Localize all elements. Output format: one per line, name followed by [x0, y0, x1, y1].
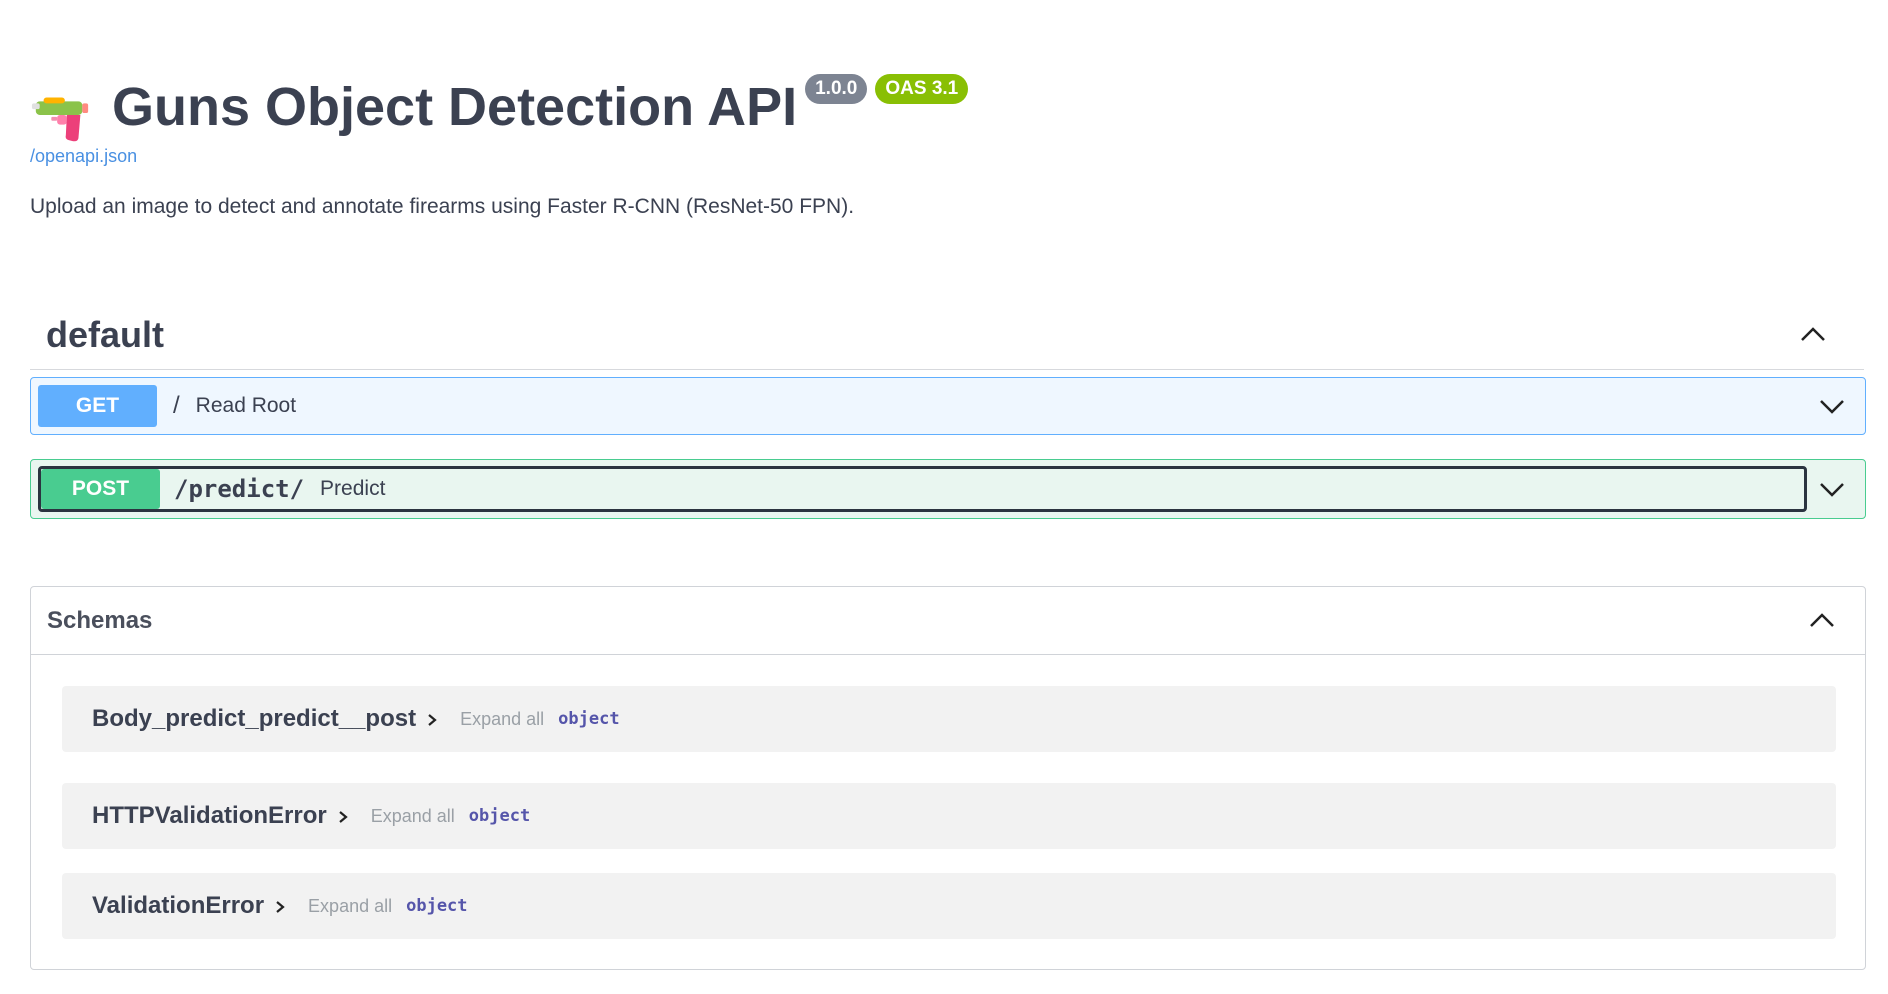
oas-badge: OAS 3.1 [875, 74, 969, 104]
chevron-up-icon[interactable] [1798, 320, 1828, 350]
chevron-right-icon[interactable] [424, 712, 440, 728]
model-name[interactable]: Body_predict_predict__post [92, 705, 416, 733]
tag-name: default [46, 313, 165, 355]
operation-summary-text: Predict [320, 477, 386, 500]
operation-summary[interactable]: GET / Read Root [38, 383, 1817, 429]
operation-get-root[interactable]: GET / Read Root [30, 377, 1866, 435]
chevron-right-icon[interactable] [335, 809, 351, 825]
page-title: Guns Object Detection API [112, 77, 798, 137]
model-body-predict[interactable]: Body_predict_predict__post Expand all ob… [62, 686, 1836, 752]
water-gun-icon [31, 97, 89, 142]
chevron-down-icon[interactable] [1817, 474, 1847, 504]
schemas-title: Schemas [47, 606, 153, 634]
model-type: object [468, 806, 531, 826]
tag-header[interactable]: default [30, 300, 1864, 370]
model-httpvalidationerror[interactable]: HTTPValidationError Expand all object [62, 783, 1836, 849]
model-name[interactable]: ValidationError [92, 892, 264, 920]
schemas-section: Schemas Body_predict_predict__post Expan… [30, 586, 1866, 970]
model-name[interactable]: HTTPValidationError [92, 802, 327, 830]
model-type: object [406, 896, 468, 916]
operation-summary[interactable]: POST /predict/ Predict [38, 466, 1807, 512]
api-description: Upload an image to detect and annotate f… [30, 195, 855, 218]
expand-all-button[interactable]: Expand all [371, 806, 455, 827]
operation-post-predict[interactable]: POST /predict/ Predict [30, 459, 1866, 519]
chevron-right-icon[interactable] [272, 899, 288, 915]
model-type: object [558, 709, 620, 729]
api-info: Guns Object Detection API 1.0.0 OAS 3.1 … [30, 70, 1860, 219]
operation-path: / [173, 392, 180, 419]
openapi-json-link[interactable]: /openapi.json [30, 146, 137, 167]
title-row: Guns Object Detection API 1.0.0 OAS 3.1 [30, 70, 1860, 146]
expand-all-button[interactable]: Expand all [308, 896, 392, 917]
schemas-header[interactable]: Schemas [31, 587, 1865, 655]
operation-summary-text: Read Root [195, 394, 297, 417]
operation-path: /predict/ [174, 475, 305, 503]
chevron-up-icon[interactable] [1807, 606, 1837, 636]
version-badge: 1.0.0 [805, 74, 868, 104]
expand-all-button[interactable]: Expand all [460, 709, 544, 730]
model-validationerror[interactable]: ValidationError Expand all object [62, 873, 1836, 939]
chevron-down-icon[interactable] [1817, 391, 1847, 421]
method-badge-get: GET [38, 385, 157, 427]
method-badge-post: POST [41, 469, 160, 509]
tag-section-default: default [30, 300, 1864, 370]
